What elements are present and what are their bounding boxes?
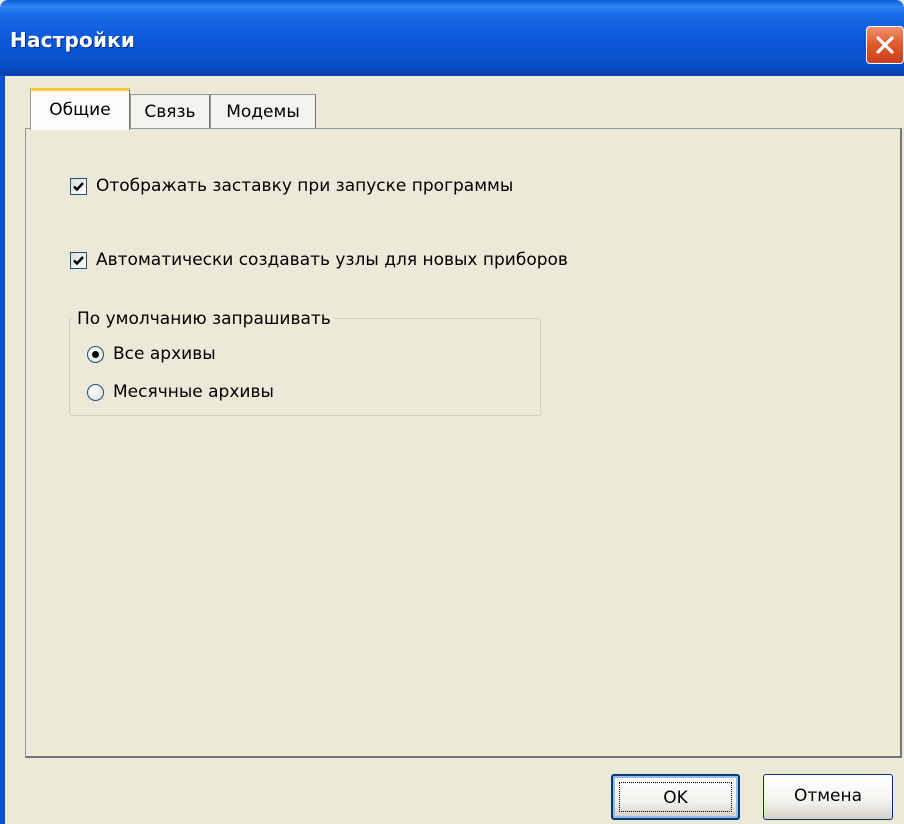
- checkmark-icon: [73, 255, 84, 265]
- cancel-button[interactable]: Отмена: [763, 774, 893, 820]
- cancel-button-label: Отмена: [793, 786, 863, 806]
- tab-modems-label: Модемы: [226, 102, 300, 122]
- auto-create-nodes-label: Автоматически создавать узлы для новых п…: [96, 250, 568, 270]
- radio-monthly-archives-label: Месячные архивы: [113, 382, 274, 402]
- auto-create-nodes-checkbox[interactable]: [70, 251, 87, 269]
- tab-connection[interactable]: Связь: [130, 94, 210, 130]
- default-request-groupbox-label: По умолчанию запрашивать: [73, 309, 335, 329]
- ok-button-focus: OK: [619, 782, 732, 812]
- window-left-border: [0, 76, 5, 824]
- tab-general-label: Общие: [49, 100, 111, 120]
- settings-dialog: Настройки Общие Связь Модемы Отображать …: [0, 0, 904, 824]
- ok-button[interactable]: OK: [611, 774, 740, 820]
- title-bar[interactable]: Настройки: [0, 0, 904, 76]
- close-button[interactable]: [866, 26, 904, 64]
- tab-panel-general: [25, 128, 902, 758]
- radio-all-archives-row[interactable]: Все архивы: [87, 343, 216, 365]
- close-icon: [876, 36, 894, 54]
- radio-monthly-archives[interactable]: [87, 383, 104, 401]
- tab-modems[interactable]: Модемы: [210, 94, 316, 130]
- radio-monthly-archives-row[interactable]: Месячные архивы: [87, 381, 274, 403]
- auto-create-nodes-checkbox-row[interactable]: Автоматически создавать узлы для новых п…: [70, 249, 568, 271]
- window-title: Настройки: [10, 28, 136, 52]
- radio-all-archives[interactable]: [87, 345, 104, 363]
- show-splash-label: Отображать заставку при запуске программ…: [96, 176, 514, 196]
- show-splash-checkbox-row[interactable]: Отображать заставку при запуске программ…: [70, 175, 513, 197]
- tab-general[interactable]: Общие: [30, 88, 130, 130]
- tab-connection-label: Связь: [144, 102, 196, 122]
- radio-all-archives-label: Все архивы: [113, 344, 216, 364]
- show-splash-checkbox[interactable]: [70, 177, 87, 195]
- checkmark-icon: [73, 181, 84, 191]
- ok-button-label: OK: [663, 788, 688, 808]
